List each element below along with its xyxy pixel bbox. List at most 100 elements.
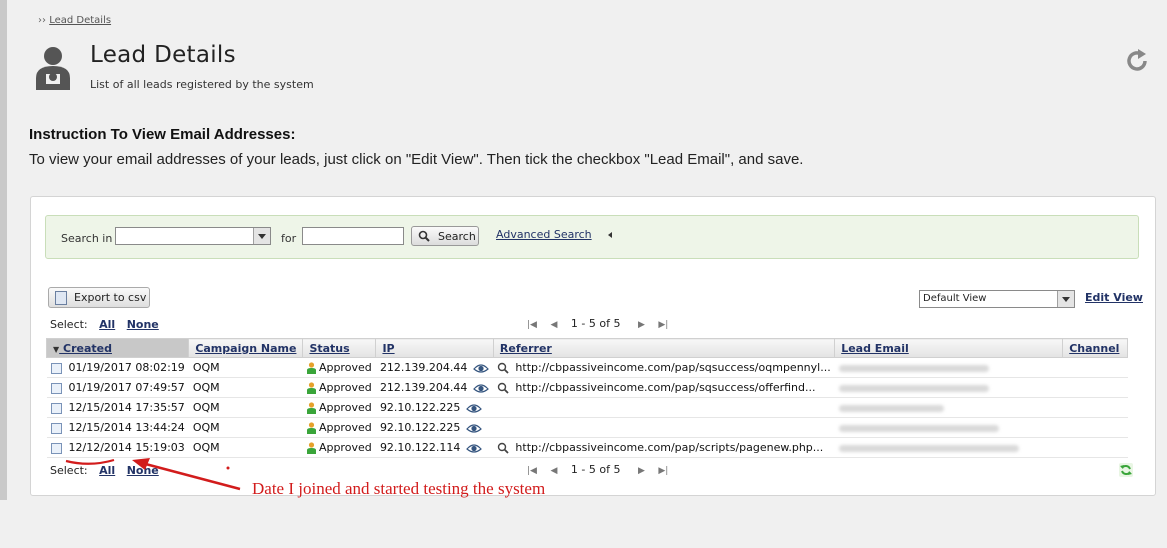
column-created[interactable]: ▼ Created (45, 338, 190, 358)
column-lead-email[interactable]: Lead Email (834, 338, 1064, 358)
approved-user-icon (306, 382, 316, 394)
approved-user-icon (306, 362, 316, 374)
refresh-icon[interactable] (1124, 48, 1150, 74)
first-page-icon[interactable]: |◀ (527, 320, 537, 330)
instructions-title: Instruction To View Email Addresses: (29, 126, 296, 143)
cell-ip: 92.10.122.225 (375, 397, 494, 418)
cell-channel (1062, 357, 1128, 378)
row-checkbox[interactable] (50, 442, 62, 454)
cell-lead-email (834, 437, 1063, 458)
user-avatar-icon (36, 47, 70, 90)
cell-referrer: http://cbpassiveincome.com/pap/scripts/p… (493, 437, 835, 458)
export-csv-label: Export to csv (74, 291, 147, 304)
search-bar: Search in for Search Advanced Search (45, 215, 1139, 259)
pager-bottom: |◀ ◀ 1 - 5 of 5 ▶ ▶| (527, 463, 678, 476)
select-all-link[interactable]: All (99, 464, 115, 477)
table-header-row: ▼ Created Campaign Name Status IP Referr… (45, 338, 1129, 358)
column-channel[interactable]: Channel (1062, 338, 1129, 358)
breadcrumb-link[interactable]: Lead Details (49, 15, 111, 26)
edit-view-link[interactable]: Edit View (1085, 291, 1143, 304)
annotation-text: Date I joined and started testing the sy… (252, 479, 546, 498)
first-page-icon[interactable]: |◀ (527, 466, 537, 476)
blurred-email (838, 364, 989, 372)
green-refresh-icon[interactable] (1119, 463, 1133, 477)
cell-created: 01/19/2017 08:02:19 (46, 357, 189, 378)
document-icon (55, 291, 67, 305)
export-csv-button[interactable]: Export to csv (48, 287, 150, 308)
column-status[interactable]: Status (302, 338, 377, 358)
cell-ip: 212.139.204.44 (375, 357, 494, 378)
pager-info: 1 - 5 of 5 (570, 463, 621, 476)
eye-icon[interactable] (473, 363, 490, 374)
cell-channel (1062, 377, 1128, 398)
cell-status: Approved (302, 437, 376, 458)
row-checkbox[interactable] (50, 382, 62, 394)
next-page-icon[interactable]: ▶ (638, 320, 645, 330)
breadcrumb: ›› Lead Details (38, 15, 111, 26)
blurred-email (838, 384, 989, 392)
last-page-icon[interactable]: ▶| (658, 466, 668, 476)
advanced-search-link[interactable]: Advanced Search (496, 228, 592, 241)
eye-icon[interactable] (473, 383, 490, 394)
chevron-down-icon[interactable] (1057, 291, 1074, 307)
row-checkbox[interactable] (50, 362, 62, 374)
table-row[interactable]: 01/19/2017 08:02:19 OQM Approved 212.139… (46, 357, 1128, 378)
pager-info: 1 - 5 of 5 (570, 317, 621, 330)
cell-referrer (493, 397, 835, 418)
cell-ip: 92.10.122.225 (375, 417, 494, 438)
search-icon[interactable] (497, 382, 510, 394)
approved-user-icon (306, 442, 316, 454)
cell-referrer: http://cbpassiveincome.com/pap/sqsuccess… (493, 357, 835, 378)
leads-panel: Search in for Search Advanced Search Exp… (30, 196, 1156, 496)
select-none-link[interactable]: None (127, 464, 159, 477)
blurred-email (838, 424, 999, 432)
view-select-value: Default View (923, 293, 987, 304)
table-row[interactable]: 12/15/2014 13:44:24 OQM Approved 92.10.1… (46, 417, 1128, 438)
cell-status: Approved (302, 377, 376, 398)
prev-page-icon[interactable]: ◀ (550, 466, 557, 476)
cell-channel (1062, 417, 1128, 438)
select-row-bottom: Select: All None (50, 464, 159, 477)
cell-created: 12/15/2014 13:44:24 (46, 417, 189, 438)
cell-ip: 92.10.122.114 (375, 437, 494, 458)
search-button-label: Search (438, 230, 476, 243)
view-select[interactable]: Default View (919, 290, 1075, 308)
search-in-select[interactable] (115, 227, 271, 245)
for-label: for (281, 232, 297, 245)
cell-referrer (493, 417, 835, 438)
select-none-link[interactable]: None (127, 318, 159, 331)
search-icon[interactable] (497, 362, 510, 374)
eye-icon[interactable] (466, 423, 483, 434)
prev-page-icon[interactable]: ◀ (550, 320, 557, 330)
row-checkbox[interactable] (50, 402, 62, 414)
page-subtitle: List of all leads registered by the syst… (90, 78, 314, 91)
eye-icon[interactable] (466, 443, 483, 454)
caret-left-icon (608, 232, 612, 238)
select-label: Select: (50, 464, 88, 477)
cell-status: Approved (302, 417, 376, 438)
cell-campaign: OQM (188, 417, 303, 438)
search-in-label: Search in (61, 232, 113, 245)
table-row[interactable]: 12/15/2014 17:35:57 OQM Approved 92.10.1… (46, 397, 1128, 418)
cell-referrer: http://cbpassiveincome.com/pap/sqsuccess… (493, 377, 835, 398)
chevron-down-icon[interactable] (253, 228, 270, 244)
row-checkbox[interactable] (50, 422, 62, 434)
cell-ip: 212.139.204.44 (375, 377, 494, 398)
table-row[interactable]: 12/12/2014 15:19:03 OQM Approved 92.10.1… (46, 437, 1128, 458)
cell-lead-email (834, 377, 1063, 398)
last-page-icon[interactable]: ▶| (658, 320, 668, 330)
cell-status: Approved (302, 357, 376, 378)
table-row[interactable]: 01/19/2017 07:49:57 OQM Approved 212.139… (46, 377, 1128, 398)
select-all-link[interactable]: All (99, 318, 115, 331)
blurred-email (838, 404, 944, 412)
column-ip[interactable]: IP (375, 338, 494, 358)
cell-lead-email (834, 417, 1063, 438)
column-campaign-name[interactable]: Campaign Name (188, 338, 304, 358)
next-page-icon[interactable]: ▶ (638, 466, 645, 476)
column-referrer[interactable]: Referrer (492, 338, 836, 358)
search-icon[interactable] (497, 442, 510, 454)
approved-user-icon (306, 422, 316, 434)
search-button[interactable]: Search (411, 226, 479, 246)
search-input[interactable] (302, 227, 404, 245)
eye-icon[interactable] (466, 403, 483, 414)
